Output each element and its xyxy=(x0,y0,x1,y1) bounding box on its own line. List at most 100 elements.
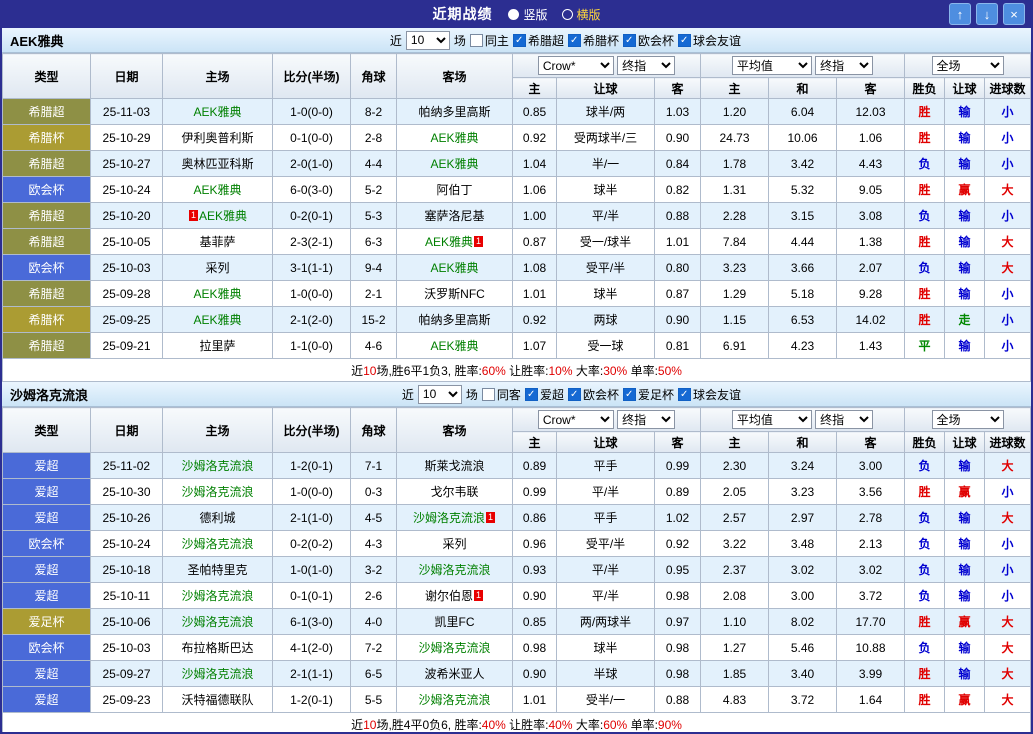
league-type-cell: 希腊超 xyxy=(2,332,91,359)
layout-vertical-radio[interactable]: 竖版 xyxy=(508,6,548,23)
away-team-link[interactable]: 帕纳多里高斯 xyxy=(418,105,490,119)
league-checkbox-3[interactable]: 球会友谊 xyxy=(677,32,741,49)
handicap-result-cell: 赢 xyxy=(944,686,986,713)
scroll-up-icon[interactable]: ↑ xyxy=(949,3,971,25)
handicap-stage-select[interactable]: 终指 xyxy=(617,410,676,429)
away-team-link[interactable]: AEK雅典 xyxy=(430,157,478,171)
league-checkbox-0[interactable]: 爱超 xyxy=(524,386,564,403)
home-odds-cell: 1.00 xyxy=(512,202,557,229)
league-checkbox-1[interactable]: 希腊杯 xyxy=(567,32,619,49)
away-team-link[interactable]: 斯莱戈流浪 xyxy=(424,459,484,473)
handicap-result-cell: 走 xyxy=(944,306,986,333)
avg-away-cell: 12.03 xyxy=(835,98,906,125)
away-team-link[interactable]: 沙姆洛克流浪 xyxy=(413,511,485,525)
matches-table: 类型 日期 主场 比分(半场) 角球 客场 Crow* 终指 平均值 终指 全场… xyxy=(2,53,1031,382)
handicap-cell: 受平/半 xyxy=(556,254,655,281)
score-cell: 2-3(2-1) xyxy=(272,228,351,255)
scope-select[interactable]: 全场 xyxy=(931,56,1004,75)
home-team-link[interactable]: AEK雅典 xyxy=(193,105,241,119)
away-team-link[interactable]: 波希米亚人 xyxy=(424,667,484,681)
home-team-link[interactable]: 沙姆洛克流浪 xyxy=(181,537,253,551)
handicap-cell: 受平/半 xyxy=(556,530,655,557)
avg-away-cell: 3.99 xyxy=(835,660,906,687)
subcol-home-odds: 主 xyxy=(512,431,557,453)
scope-select[interactable]: 全场 xyxy=(931,410,1004,429)
avg-home-cell: 6.91 xyxy=(700,332,769,359)
home-team-link[interactable]: 德利城 xyxy=(199,511,235,525)
bookmaker-select[interactable]: Crow* xyxy=(537,410,614,429)
average-select[interactable]: 平均值 xyxy=(731,410,812,429)
away-team-link[interactable]: AEK雅典 xyxy=(425,235,473,249)
home-team-link[interactable]: 采列 xyxy=(205,261,229,275)
home-team-link[interactable]: 沙姆洛克流浪 xyxy=(181,589,253,603)
home-team-link[interactable]: 基菲萨 xyxy=(199,235,235,249)
match-row: 希腊超 25-10-27 奥林匹亚科斯 2-0(1-0) 4-4 AEK雅典 1… xyxy=(2,150,1031,177)
away-team-link[interactable]: 凯里FC xyxy=(435,615,475,629)
bookmaker-select[interactable]: Crow* xyxy=(537,56,614,75)
section-header-bar: 沙姆洛克流浪 近 10 场 同客 爱超 欧会杯 爱足杯 球会友谊 xyxy=(2,382,1031,407)
away-team-link[interactable]: AEK雅典 xyxy=(430,339,478,353)
score-cell: 1-1(0-0) xyxy=(272,332,351,359)
scroll-down-icon[interactable]: ↓ xyxy=(976,3,998,25)
home-team-link[interactable]: 拉里萨 xyxy=(199,339,235,353)
same-venue-checkbox[interactable]: 同主 xyxy=(469,32,509,49)
home-team-link[interactable]: 沙姆洛克流浪 xyxy=(181,485,253,499)
home-team-cell: AEK雅典 xyxy=(162,306,273,333)
league-checkbox-3[interactable]: 球会友谊 xyxy=(677,386,741,403)
away-team-link[interactable]: 沙姆洛克流浪 xyxy=(418,641,490,655)
corners-cell: 6-3 xyxy=(350,228,397,255)
away-team-cell: 波希米亚人 xyxy=(396,660,513,687)
average-select[interactable]: 平均值 xyxy=(731,56,812,75)
home-team-cell: AEK雅典 xyxy=(162,176,273,203)
away-team-link[interactable]: 采列 xyxy=(442,537,466,551)
section-team-name: AEK雅典 xyxy=(10,33,64,49)
layout-horizontal-label: 横版 xyxy=(576,7,601,22)
away-team-link[interactable]: AEK雅典 xyxy=(430,261,478,275)
away-team-link[interactable]: 塞萨洛尼基 xyxy=(424,209,484,223)
subcol-handicap: 让球 xyxy=(556,77,655,99)
corners-cell: 3-2 xyxy=(350,556,397,583)
away-team-link[interactable]: 戈尔韦联 xyxy=(430,485,478,499)
average-stage-select[interactable]: 终指 xyxy=(815,410,874,429)
goals-result-cell: 小 xyxy=(984,582,1031,609)
subcol-avg-away: 客 xyxy=(835,77,906,99)
average-stage-select[interactable]: 终指 xyxy=(815,56,874,75)
home-team-link[interactable]: AEK雅典 xyxy=(193,183,241,197)
layout-horizontal-radio[interactable]: 横版 xyxy=(561,6,601,23)
home-team-link[interactable]: 沃特福德联队 xyxy=(181,693,253,707)
away-team-link[interactable]: 沙姆洛克流浪 xyxy=(418,693,490,707)
league-checkbox-2[interactable]: 欧会杯 xyxy=(622,32,674,49)
section-aek: AEK雅典 近 10 场 同主 希腊超 希腊杯 欧会杯 球会友谊 类型 日期 主… xyxy=(2,28,1031,382)
away-team-link[interactable]: 帕纳多里高斯 xyxy=(418,313,490,327)
subcol-avg-draw: 和 xyxy=(768,77,837,99)
handicap-cell: 受一/球半 xyxy=(556,228,655,255)
home-team-link[interactable]: 圣帕特里克 xyxy=(187,563,247,577)
col-away: 客场 xyxy=(396,53,513,99)
league-type-cell: 欧会杯 xyxy=(2,254,91,281)
league-checkbox-2[interactable]: 爱足杯 xyxy=(622,386,674,403)
home-team-link[interactable]: AEK雅典 xyxy=(199,209,247,223)
checkbox-checked-icon xyxy=(677,387,691,401)
close-icon[interactable]: × xyxy=(1003,3,1025,25)
handicap-stage-select[interactable]: 终指 xyxy=(617,56,676,75)
home-team-link[interactable]: 沙姆洛克流浪 xyxy=(181,667,253,681)
home-team-link[interactable]: 沙姆洛克流浪 xyxy=(181,459,253,473)
home-team-link[interactable]: 伊利奥普利斯 xyxy=(181,131,253,145)
league-checkbox-1[interactable]: 欧会杯 xyxy=(567,386,619,403)
recent-count-select[interactable]: 10 xyxy=(417,384,462,404)
league-checkbox-0[interactable]: 希腊超 xyxy=(512,32,564,49)
away-team-link[interactable]: 阿伯丁 xyxy=(436,183,472,197)
same-venue-checkbox[interactable]: 同客 xyxy=(481,386,521,403)
recent-count-select[interactable]: 10 xyxy=(405,30,450,50)
away-team-link[interactable]: 沙姆洛克流浪 xyxy=(418,563,490,577)
home-team-link[interactable]: AEK雅典 xyxy=(193,287,241,301)
away-team-link[interactable]: 沃罗斯NFC xyxy=(424,287,485,301)
home-team-link[interactable]: 沙姆洛克流浪 xyxy=(181,615,253,629)
home-team-link[interactable]: 奥林匹亚科斯 xyxy=(181,157,253,171)
home-team-link[interactable]: AEK雅典 xyxy=(193,313,241,327)
score-cell: 1-0(1-0) xyxy=(272,556,351,583)
match-row: 希腊超 25-10-20 1 AEK雅典 0-2(0-1) 5-3 塞萨洛尼基 1… xyxy=(2,202,1031,229)
away-team-link[interactable]: AEK雅典 xyxy=(430,131,478,145)
home-team-link[interactable]: 布拉格斯巴达 xyxy=(181,641,253,655)
away-team-link[interactable]: 谢尔伯恩 xyxy=(425,589,473,603)
